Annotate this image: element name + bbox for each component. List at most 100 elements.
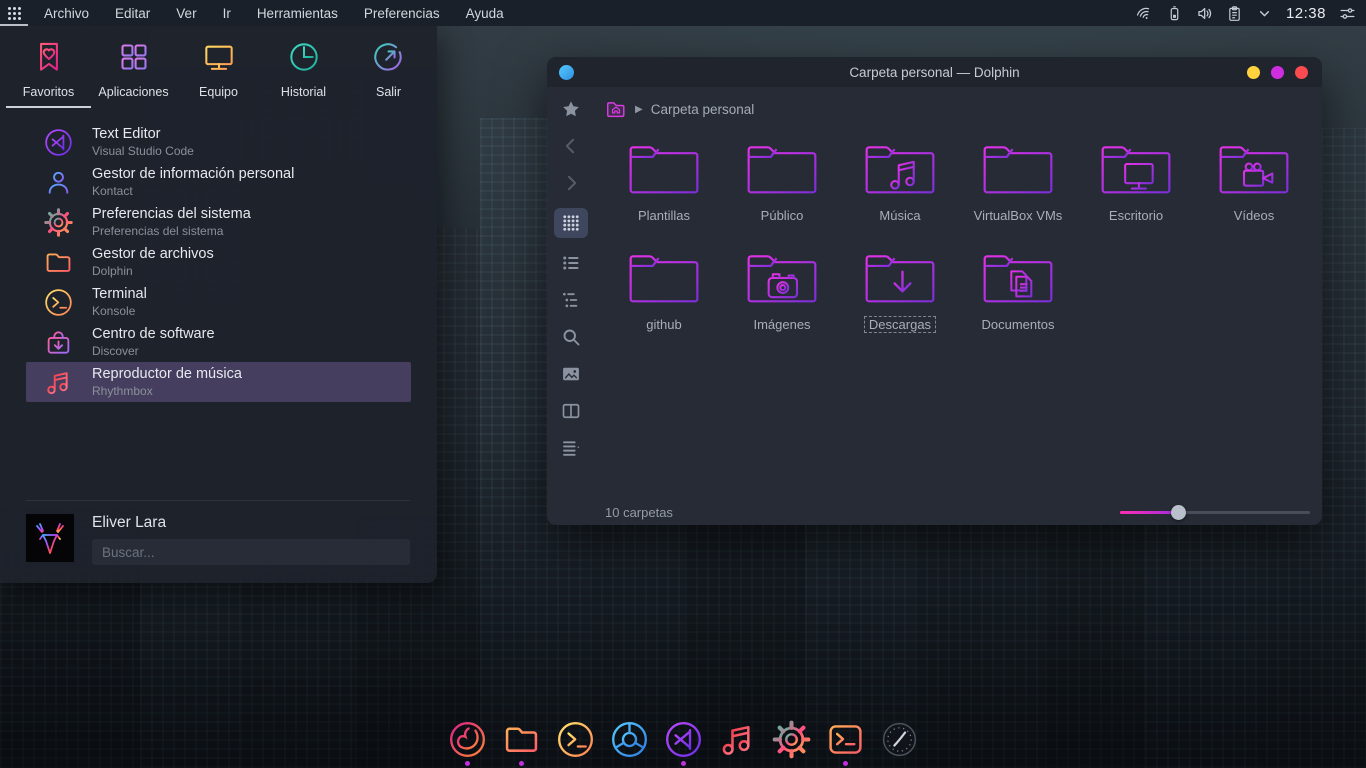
app-icon — [43, 367, 74, 398]
menubar-item[interactable]: Ir — [223, 6, 231, 21]
battery-icon[interactable] — [1166, 5, 1183, 22]
folder-icon — [624, 139, 704, 204]
folder-item[interactable]: Documentos — [977, 248, 1060, 333]
breadcrumb-label[interactable]: Carpeta personal — [651, 102, 755, 117]
dock-item-dial[interactable] — [878, 719, 920, 766]
volume-icon[interactable] — [1196, 5, 1213, 22]
app-text: Terminal Konsole — [92, 285, 147, 318]
app-item-kontact[interactable]: Gestor de información personal Kontact — [26, 162, 411, 202]
avatar[interactable] — [26, 514, 74, 562]
app-launcher-button[interactable] — [0, 0, 28, 26]
dock-item-settings[interactable] — [770, 719, 812, 766]
folder-label: Imágenes — [748, 316, 815, 333]
slider-handle[interactable] — [1171, 505, 1186, 520]
user-name: Eliver Lara — [92, 514, 410, 532]
network-icon[interactable] — [1136, 5, 1153, 22]
search-button[interactable] — [556, 325, 586, 349]
window-app-icon[interactable] — [559, 65, 574, 80]
dolphin-window: Carpeta personal — Dolphin — [547, 57, 1322, 525]
dock-item-vscode[interactable] — [662, 719, 704, 766]
menubar-item[interactable]: Ver — [176, 6, 196, 21]
app-item-rhythmbox[interactable]: Reproductor de música Rhythmbox — [26, 362, 411, 402]
tab-favoritos[interactable]: Favoritos — [6, 38, 91, 108]
menubar-item[interactable]: Editar — [115, 6, 150, 21]
tab-label: Favoritos — [23, 85, 74, 99]
search-input[interactable] — [92, 539, 410, 565]
panel-settings-icon[interactable] — [1339, 5, 1356, 22]
app-item-konsole[interactable]: Terminal Konsole — [26, 282, 411, 322]
folder-item[interactable]: Música — [860, 139, 940, 224]
menubar-item[interactable]: Archivo — [44, 6, 89, 21]
preview-button[interactable] — [556, 362, 586, 386]
slider-fill — [1120, 511, 1178, 514]
view-icons-button[interactable] — [554, 208, 588, 238]
maximize-button[interactable] — [1271, 66, 1284, 79]
app-item-dolphin[interactable]: Gestor de archivos Dolphin — [26, 242, 411, 282]
dock-item-konsole[interactable] — [554, 719, 596, 766]
folder-label: Plantillas — [633, 207, 695, 224]
dock-item-firefox[interactable] — [446, 719, 488, 766]
chevron-down-icon[interactable] — [1256, 5, 1273, 22]
back-button[interactable] — [556, 134, 586, 158]
menubar-item[interactable]: Preferencias — [364, 6, 440, 21]
running-indicator — [789, 761, 794, 766]
menu-button[interactable] — [556, 436, 586, 460]
folder-icon — [978, 139, 1058, 204]
app-text: Preferencias del sistema Preferencias de… — [92, 205, 251, 238]
breadcrumb[interactable]: ▶ Carpeta personal — [595, 87, 1322, 123]
zoom-slider[interactable] — [1120, 504, 1310, 520]
folder-item[interactable]: Escritorio — [1096, 139, 1176, 224]
tab-historial[interactable]: Historial — [261, 38, 346, 108]
folder-icon — [978, 248, 1058, 313]
menubar-item[interactable]: Herramientas — [257, 6, 338, 21]
dock — [446, 719, 920, 766]
app-item-systemsettings[interactable]: Preferencias del sistema Preferencias de… — [26, 202, 411, 242]
folder-item[interactable]: Imágenes — [742, 248, 822, 333]
tab-aplicaciones[interactable]: Aplicaciones — [91, 38, 176, 108]
dock-item-chromium[interactable] — [608, 719, 650, 766]
dock-icon — [879, 719, 920, 760]
app-text: Reproductor de música Rhythmbox — [92, 365, 242, 398]
running-indicator — [735, 761, 740, 766]
app-icon — [43, 287, 74, 318]
folder-item[interactable]: VirtualBox VMs — [969, 139, 1068, 224]
folder-item[interactable]: Plantillas — [624, 139, 704, 224]
app-subtitle: Rhythmbox — [92, 384, 242, 399]
tab-equipo[interactable]: Equipo — [176, 38, 261, 108]
app-title: Centro de software — [92, 325, 215, 343]
app-item-discover[interactable]: Centro de software Discover — [26, 322, 411, 362]
global-menubar: Archivo Editar Ver Ir Herramientas Preferenci… — [44, 6, 504, 21]
minimize-button[interactable] — [1247, 66, 1260, 79]
clipboard-icon[interactable] — [1226, 5, 1243, 22]
home-folder-icon[interactable] — [605, 98, 627, 120]
view-list-button[interactable] — [556, 251, 586, 275]
dock-item-filemanager[interactable] — [500, 719, 542, 766]
app-text: Gestor de archivos Dolphin — [92, 245, 214, 278]
folder-label: Vídeos — [1229, 207, 1279, 224]
split-view-button[interactable] — [556, 399, 586, 423]
launcher-tabs: Favoritos Aplicaciones Equipo Historial — [0, 26, 437, 108]
window-title: Carpeta personal — Dolphin — [547, 65, 1322, 80]
tab-label: Aplicaciones — [98, 85, 168, 99]
dock-item-terminal[interactable] — [824, 719, 866, 766]
menubar-item[interactable]: Ayuda — [466, 6, 504, 21]
app-title: Gestor de información personal — [92, 165, 294, 183]
forward-button[interactable] — [556, 171, 586, 195]
app-item-vscode[interactable]: Text Editor Visual Studio Code — [26, 122, 411, 162]
close-button[interactable] — [1295, 66, 1308, 79]
folder-item[interactable]: Descargas — [860, 248, 940, 333]
clock[interactable]: 12:38 — [1286, 5, 1326, 22]
folder-item[interactable]: github — [624, 248, 704, 333]
bookmark-star-icon[interactable] — [556, 97, 586, 121]
app-title: Reproductor de música — [92, 365, 242, 383]
app-title: Terminal — [92, 285, 147, 303]
tab-salir[interactable]: Salir — [346, 38, 431, 108]
app-icon — [43, 167, 74, 198]
app-subtitle: Preferencias del sistema — [92, 224, 251, 239]
folder-item[interactable]: Público — [742, 139, 822, 224]
dock-item-rhythmbox[interactable] — [716, 719, 758, 766]
titlebar[interactable]: Carpeta personal — Dolphin — [547, 57, 1322, 87]
folder-item[interactable]: Vídeos — [1214, 139, 1294, 224]
view-details-button[interactable] — [556, 288, 586, 312]
running-indicator — [897, 761, 902, 766]
